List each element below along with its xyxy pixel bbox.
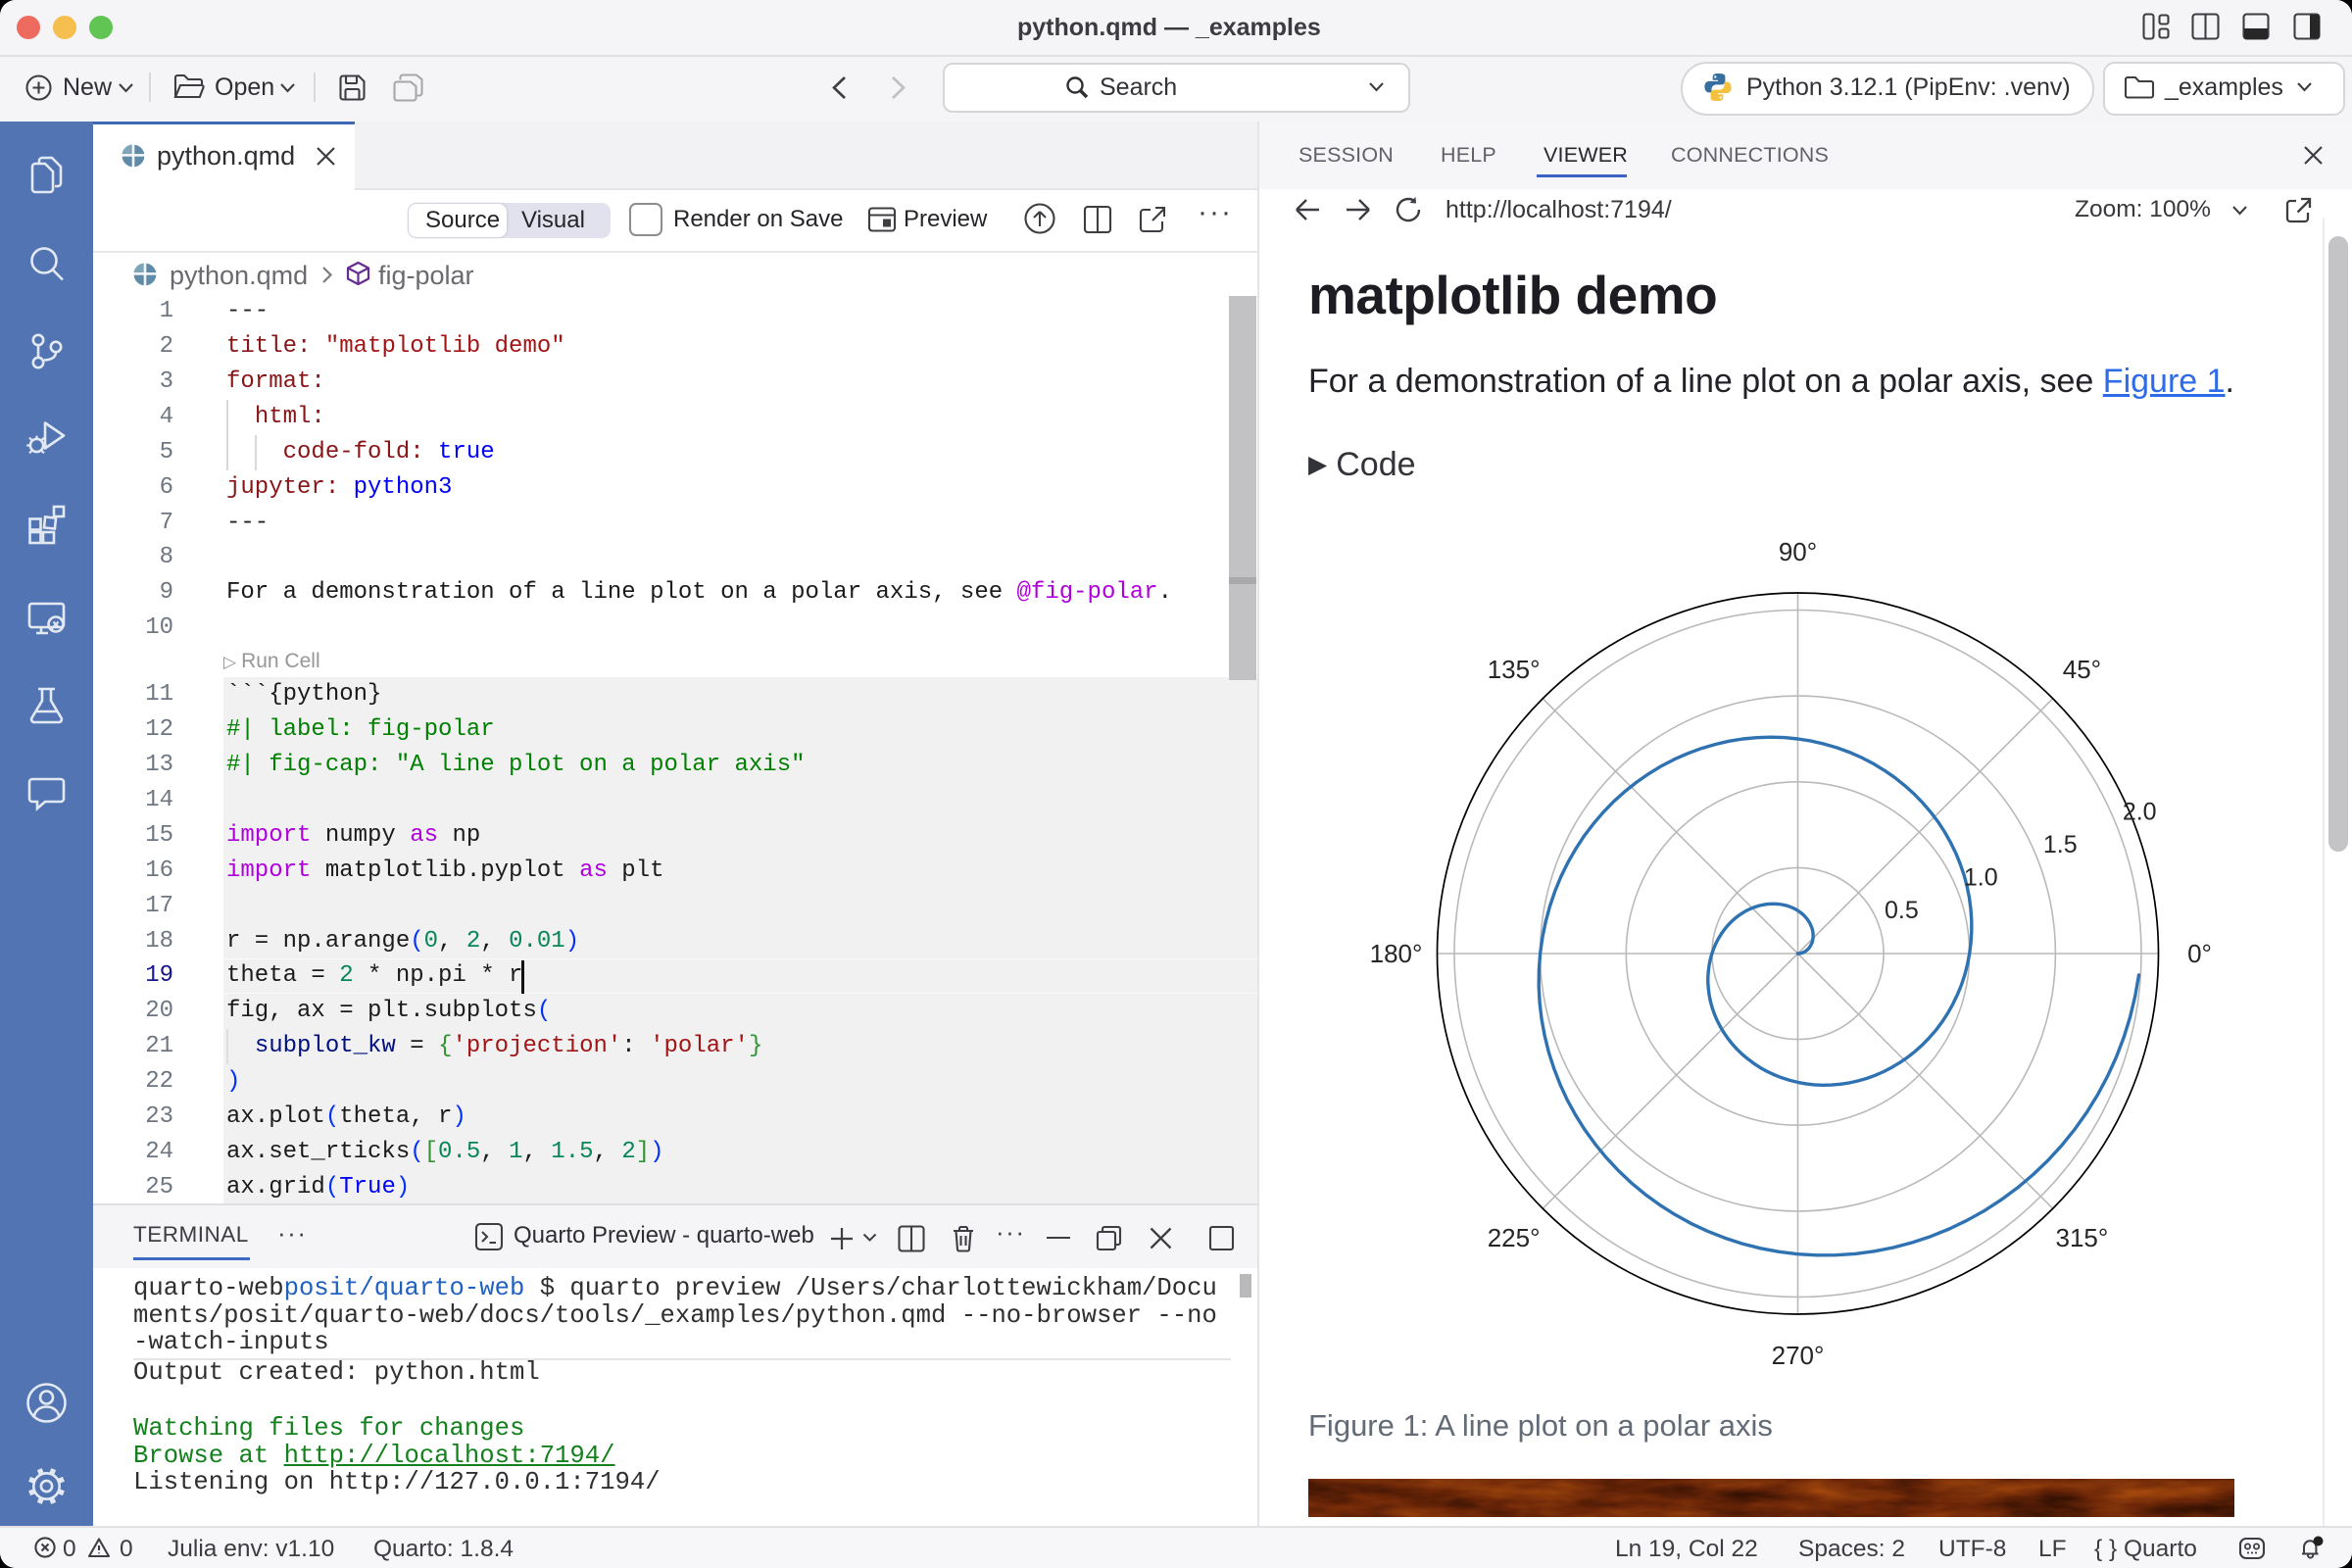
svg-text:45°: 45° bbox=[2063, 655, 2101, 684]
svg-text:180°: 180° bbox=[1370, 939, 1422, 968]
svg-text:90°: 90° bbox=[1779, 537, 1817, 566]
svg-text:225°: 225° bbox=[1488, 1223, 1541, 1252]
svg-text:270°: 270° bbox=[1772, 1341, 1825, 1370]
svg-text:135°: 135° bbox=[1488, 655, 1541, 684]
svg-text:0°: 0° bbox=[2187, 939, 2212, 968]
svg-text:2.0: 2.0 bbox=[2123, 799, 2157, 826]
svg-text:1.0: 1.0 bbox=[1964, 864, 1998, 892]
svg-text:1.5: 1.5 bbox=[2043, 831, 2078, 858]
svg-text:0.5: 0.5 bbox=[1885, 897, 1919, 924]
svg-text:315°: 315° bbox=[2056, 1223, 2109, 1252]
